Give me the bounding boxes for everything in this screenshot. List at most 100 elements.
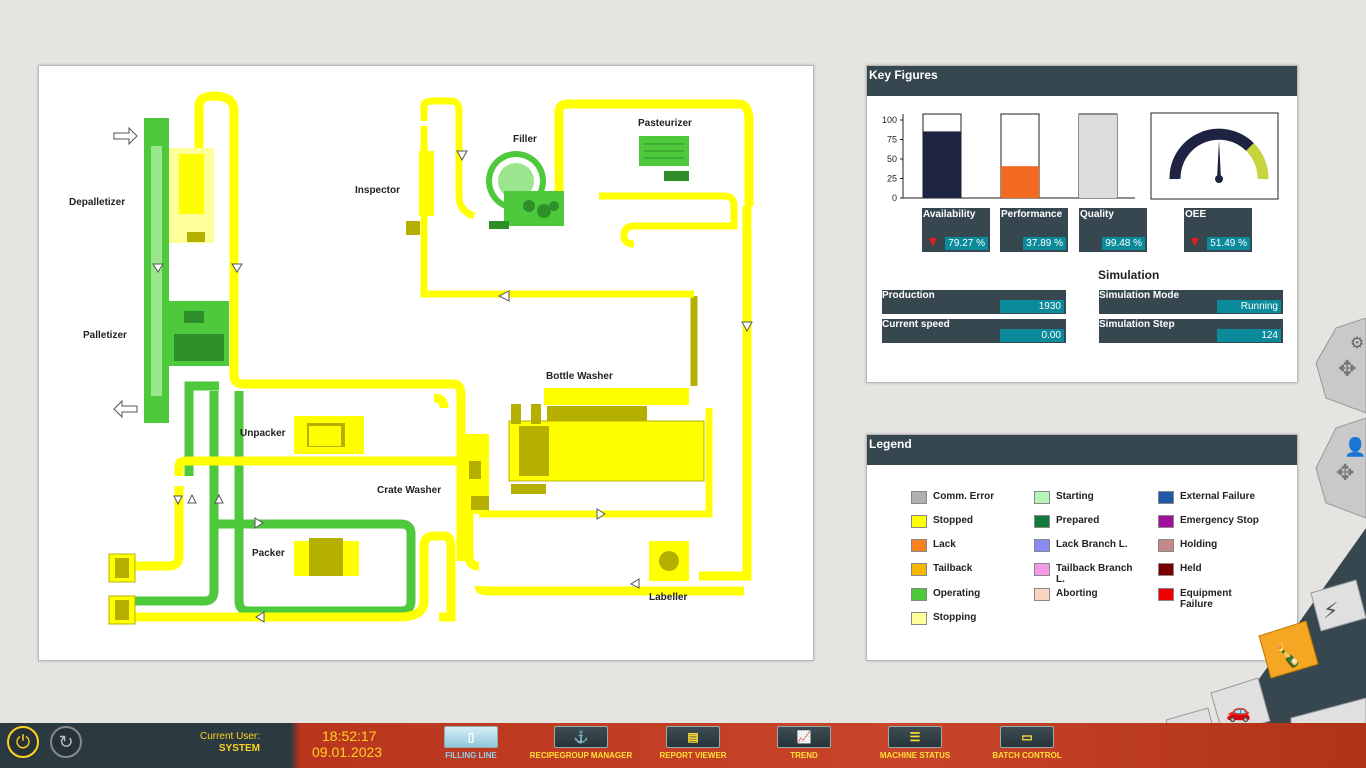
nav-machine-status-button[interactable]: ☰ MACHINE STATUS [860, 725, 970, 765]
legend-label: Comm. Error [933, 491, 995, 502]
refresh-button[interactable]: ↻ [50, 726, 82, 758]
svg-text:✥: ✥ [1336, 461, 1354, 486]
recipe-icon: ⚓ [554, 726, 608, 748]
production-value: 1930 [1000, 300, 1064, 313]
legend-swatch [911, 563, 927, 576]
simulation-title: Simulation [1098, 268, 1160, 282]
legend-label: Prepared [1056, 515, 1100, 526]
legend-label: Operating [933, 588, 981, 599]
svg-text:✥: ✥ [1338, 357, 1356, 382]
kpi-value: 99.48 % [1102, 237, 1145, 250]
nav-recipegroup-manager-button[interactable]: ⚓ RECIPEGROUP MANAGER [526, 725, 636, 765]
bar-performance [1001, 166, 1039, 198]
trend-icon: 📈 [777, 726, 831, 748]
report-icon: ▤ [666, 726, 720, 748]
legend-label: Stopped [933, 515, 973, 526]
legend-label: Lack Branch L. [1056, 539, 1128, 550]
legend-label: Tailback [933, 563, 973, 574]
nav-button-label: TREND [790, 751, 818, 760]
kpi-label: Quality [1080, 209, 1114, 220]
nav-filling-line-button[interactable]: ▯ FILLING LINE [416, 725, 526, 765]
nav-button-label: MACHINE STATUS [879, 751, 951, 760]
label-bottle-washer: Bottle Washer [546, 371, 613, 382]
svg-text:🚗: 🚗 [1226, 699, 1251, 723]
legend-item: Lack [911, 539, 1031, 552]
machine-status-icon: ☰ [888, 726, 942, 748]
current-speed-value: 0.00 [1000, 329, 1064, 342]
kpi-availability: Availability ▼ 79.27 % [922, 208, 990, 252]
kpi-performance: Performance 37.89 % [1000, 208, 1068, 252]
settings-nav-button[interactable]: ⚙ ✥ [1315, 318, 1366, 414]
legend-label: Aborting [1056, 588, 1098, 599]
legend-item: Starting [1034, 491, 1154, 504]
nav-button-label: REPORT VIEWER [659, 751, 727, 760]
trend-down-icon: ▼ [1188, 233, 1202, 249]
refresh-icon: ↻ [58, 732, 74, 752]
side-nav: ⚙ ✥ 👤 ✥ ⚡ 🍾 🚗 ✚ ⌂ [1166, 318, 1366, 768]
power-icon: ⏻ [15, 732, 31, 752]
label-packer: Packer [252, 548, 285, 559]
legend-item: Tailback Branch L. [1034, 563, 1154, 585]
kpi-quality: Quality 99.48 % [1079, 208, 1147, 252]
nav-button-label: BATCH CONTROL [992, 751, 1062, 760]
legend-item: Stopping [911, 612, 1031, 625]
process-panel: Depalletizer Palletizer Inspector Filler… [38, 65, 814, 661]
kpi-label: Availability [923, 209, 976, 220]
production-box: Production 1930 [882, 290, 1066, 314]
legend-swatch [1034, 588, 1050, 601]
arrow-out-icon [113, 399, 138, 419]
svg-text:👤: 👤 [1344, 436, 1366, 458]
legend-label: Lack [933, 539, 956, 550]
label-filler: Filler [513, 134, 537, 145]
legend-swatch [911, 588, 927, 601]
svg-text:🍾: 🍾 [1274, 643, 1301, 669]
svg-text:⚙: ⚙ [1350, 333, 1364, 352]
clock-date: 09.01.2023 [312, 744, 383, 760]
conveyor-main-right [699, 206, 752, 581]
bar-quality [1079, 114, 1117, 198]
trend-down-icon: ▼ [926, 233, 940, 249]
legend-item: Lack Branch L. [1034, 539, 1154, 552]
legend-swatch [1034, 539, 1050, 552]
legend-item: Stopped [911, 515, 1031, 528]
conveyor-pasteurizer-return [599, 192, 738, 248]
nav-batch-control-button[interactable]: ▭ BATCH CONTROL [972, 725, 1082, 765]
label-palletizer: Palletizer [83, 330, 127, 341]
legend-label: Starting [1056, 491, 1094, 502]
legend-swatch [911, 491, 927, 504]
bar-availability [923, 131, 961, 198]
legend-swatch [1034, 563, 1050, 576]
user-nav-button[interactable]: 👤 ✥ [1315, 417, 1366, 519]
batch-icon: ▭ [1000, 726, 1054, 748]
kpi-label: Performance [1001, 209, 1063, 220]
tick-label: 100 [882, 115, 897, 125]
kpi-value: 79.27 % [945, 237, 988, 250]
legend-swatch [1034, 515, 1050, 528]
legend-label: Stopping [933, 612, 977, 623]
simulation-mode-box: Simulation Mode Running Down [1099, 290, 1283, 314]
key-figures-title: Key Figures [867, 66, 1297, 96]
current-speed-box: Current speed 0.00 [882, 319, 1066, 343]
legend-swatch [911, 539, 927, 552]
kpi-label: OEE [1185, 209, 1207, 220]
conveyor-bottom-right [474, 585, 744, 596]
nav-report-viewer-button[interactable]: ▤ REPORT VIEWER [638, 725, 748, 765]
tick-label: 75 [887, 135, 897, 145]
nav-trend-button[interactable]: 📈 TREND [749, 725, 859, 765]
legend-item: Aborting [1034, 588, 1154, 601]
process-diagram [108, 91, 754, 625]
kpi-bar-chart: 100 75 50 25 0 [882, 112, 1279, 203]
svg-text:⚡: ⚡ [1323, 599, 1338, 624]
legend-item: Prepared [1034, 515, 1154, 528]
label-pasteurizer: Pasteurizer [638, 118, 692, 129]
conveyor-left-bottom [135, 486, 184, 571]
clock-time: 18:52:17 [322, 728, 377, 744]
legend-item: Operating [911, 588, 1031, 601]
legend-swatch [911, 515, 927, 528]
tick-label: 25 [887, 174, 897, 184]
arrow-in-icon [113, 126, 138, 146]
label-unpacker: Unpacker [240, 428, 286, 439]
legend-swatch [1034, 491, 1050, 504]
kpi-oee: OEE ▼ 51.49 % [1184, 208, 1252, 252]
power-button[interactable]: ⏻ [7, 726, 39, 758]
